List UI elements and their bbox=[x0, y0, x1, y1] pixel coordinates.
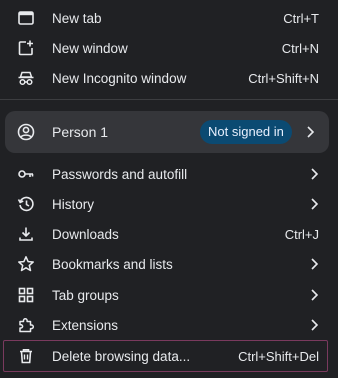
profile-card[interactable]: Person 1 Not signed in bbox=[5, 111, 329, 153]
menu-divider bbox=[0, 99, 338, 100]
menu-item-label: New window bbox=[52, 40, 128, 56]
keyboard-shortcut: Ctrl+J bbox=[284, 226, 319, 242]
menu-item-label: New Incognito window bbox=[52, 70, 187, 86]
account-circle-icon bbox=[17, 123, 35, 141]
keyboard-shortcut: Ctrl+Shift+N bbox=[248, 70, 319, 86]
menu-item-new-window[interactable]: New window Ctrl+N bbox=[0, 33, 338, 63]
keyboard-shortcut: Ctrl+Shift+Del bbox=[238, 348, 319, 364]
chevron-right-icon bbox=[309, 167, 319, 181]
menu-item-label: History bbox=[52, 196, 95, 212]
menu-item-label: New tab bbox=[52, 10, 102, 26]
chevron-right-icon bbox=[309, 257, 319, 271]
menu-item-label: Downloads bbox=[52, 226, 119, 242]
menu-item-label: Bookmarks and lists bbox=[52, 256, 173, 272]
menu-item-label: Extensions bbox=[52, 317, 119, 333]
chevron-right-icon bbox=[309, 288, 319, 302]
history-icon bbox=[17, 195, 35, 213]
keyboard-shortcut: Ctrl+T bbox=[283, 10, 319, 26]
menu-item-delete-browsing-data[interactable]: Delete browsing data... Ctrl+Shift+Del bbox=[0, 341, 338, 371]
star-icon bbox=[17, 255, 35, 273]
chevron-right-icon bbox=[305, 125, 315, 139]
chevron-right-icon bbox=[309, 197, 319, 211]
menu-item-extensions[interactable]: Extensions bbox=[0, 310, 338, 340]
menu-item-history[interactable]: History bbox=[0, 189, 338, 219]
profile-name: Person 1 bbox=[52, 124, 109, 140]
menu-item-label: Delete browsing data... bbox=[52, 348, 191, 364]
trash-icon bbox=[17, 347, 35, 365]
tab-groups-icon bbox=[17, 286, 35, 304]
chevron-right-icon bbox=[309, 318, 319, 332]
menu-item-label: Passwords and autofill bbox=[52, 166, 188, 182]
key-icon bbox=[17, 165, 35, 183]
menu-item-tab-groups[interactable]: Tab groups bbox=[0, 280, 338, 310]
new-tab-icon bbox=[17, 9, 35, 27]
extension-icon bbox=[17, 316, 35, 334]
sign-in-status-badge: Not signed in bbox=[200, 120, 292, 144]
download-icon bbox=[17, 225, 35, 243]
keyboard-shortcut: Ctrl+N bbox=[281, 40, 319, 56]
menu-item-label: Tab groups bbox=[52, 287, 119, 303]
new-window-icon bbox=[17, 39, 35, 57]
menu-item-new-tab[interactable]: New tab Ctrl+T bbox=[0, 3, 338, 33]
menu-item-bookmarks-and-lists[interactable]: Bookmarks and lists bbox=[0, 249, 338, 279]
menu-item-passwords-and-autofill[interactable]: Passwords and autofill bbox=[0, 159, 338, 189]
chrome-main-menu: New tab Ctrl+T New window Ctrl+N New Inc… bbox=[0, 0, 338, 378]
incognito-icon bbox=[17, 69, 35, 87]
menu-item-downloads[interactable]: Downloads Ctrl+J bbox=[0, 219, 338, 249]
menu-item-new-incognito-window[interactable]: New Incognito window Ctrl+Shift+N bbox=[0, 63, 338, 93]
